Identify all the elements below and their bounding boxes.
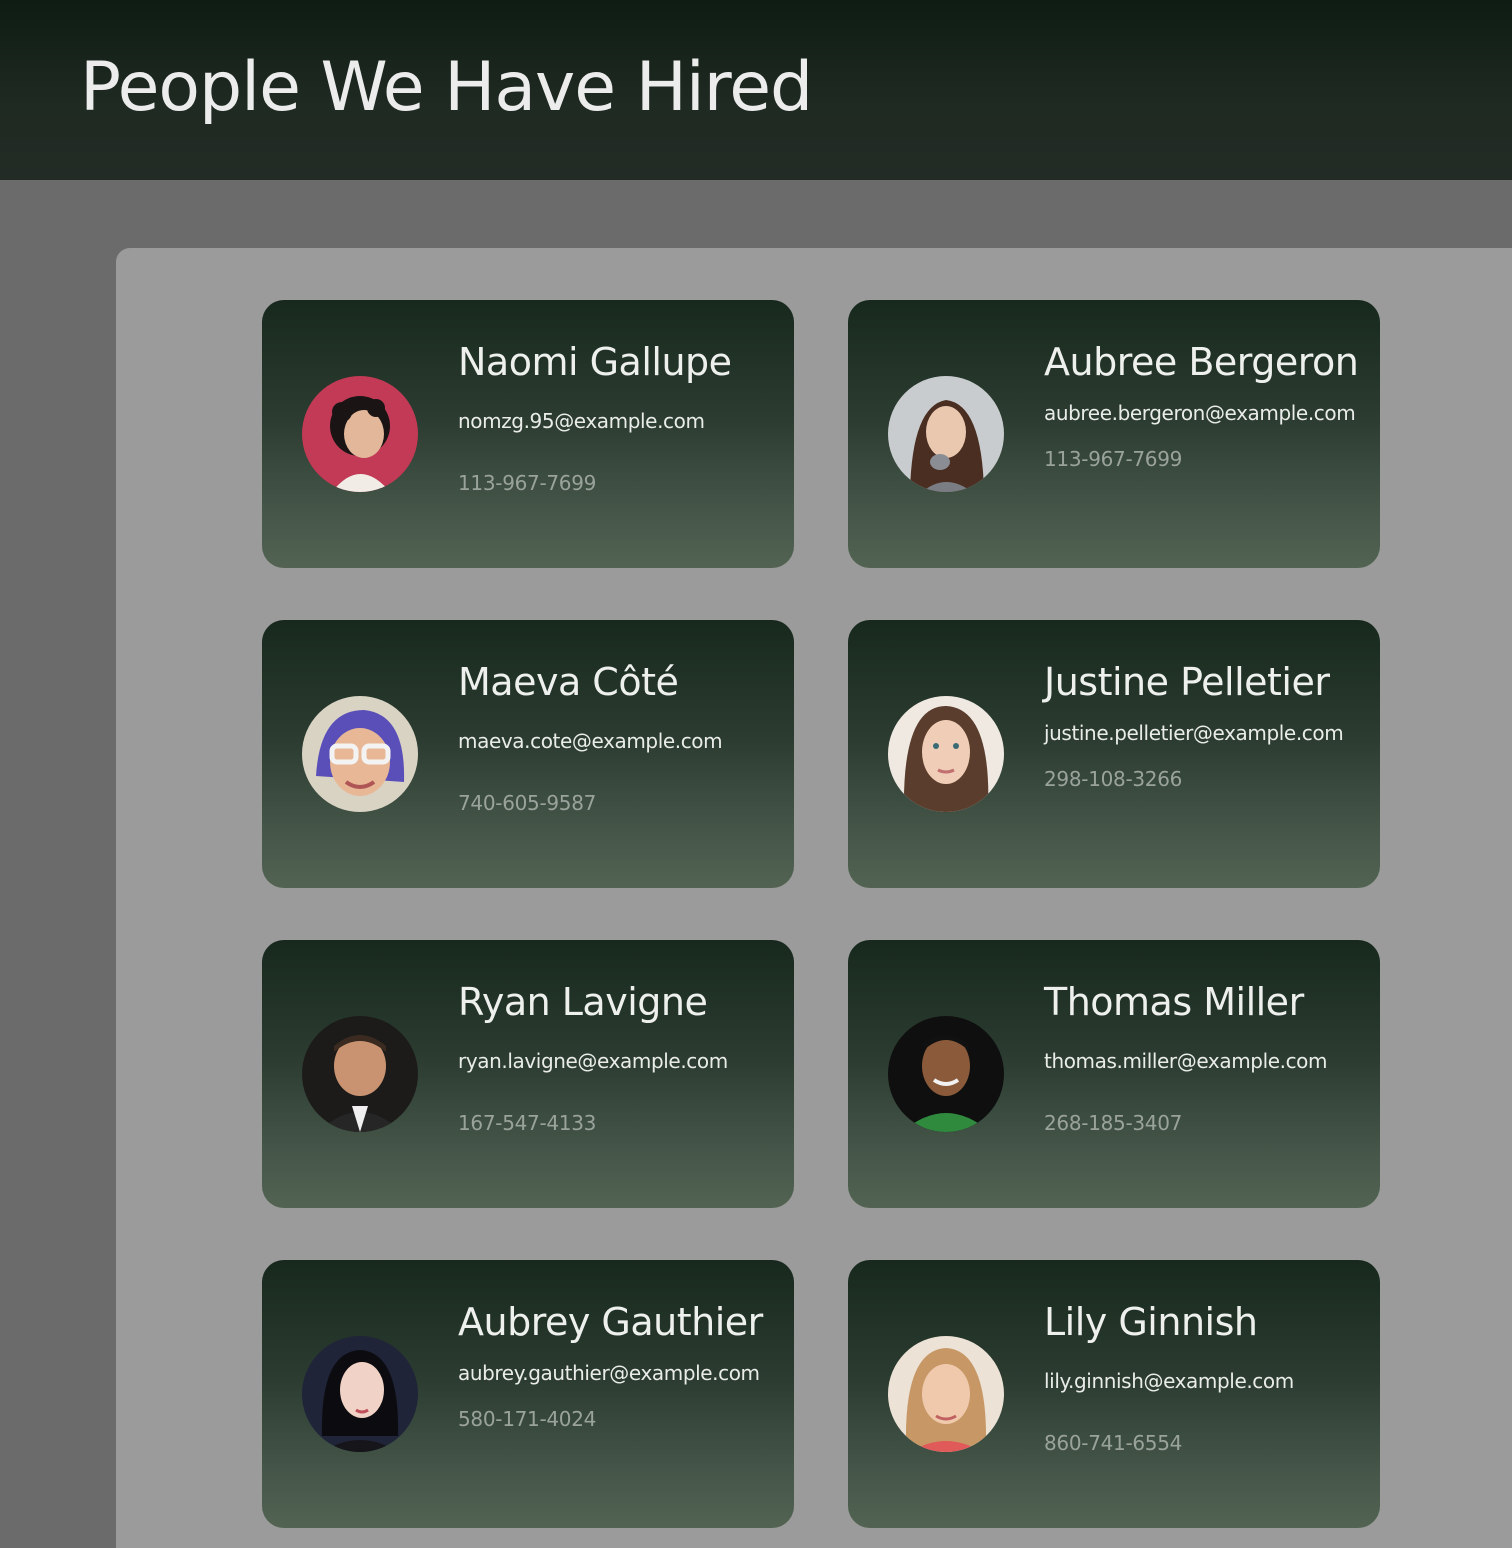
person-phone: 298-108-3266	[1044, 767, 1183, 791]
person-card[interactable]: Aubree Bergeron aubree.bergeron@example.…	[848, 300, 1380, 568]
person-info: Aubree Bergeron aubree.bergeron@example.…	[1044, 338, 1364, 472]
avatar	[302, 696, 418, 812]
person-phone: 860-741-6554	[1044, 1431, 1183, 1455]
person-name: Naomi Gallupe	[458, 340, 732, 384]
person-phone: 167-547-4133	[458, 1111, 597, 1135]
person-phone: 113-967-7699	[1044, 447, 1183, 471]
avatar	[302, 376, 418, 492]
person-name: Thomas Miller	[1044, 980, 1304, 1024]
avatar	[888, 1016, 1004, 1132]
avatar	[302, 1336, 418, 1452]
person-card[interactable]: Maeva Côté maeva.cote@example.com 740-60…	[262, 620, 794, 888]
person-name: Justine Pelletier	[1044, 660, 1330, 704]
person-info: Lily Ginnish lily.ginnish@example.com 86…	[1044, 1298, 1364, 1456]
person-info: Maeva Côté maeva.cote@example.com 740-60…	[458, 658, 778, 816]
person-email[interactable]: justine.pelletier@example.com	[1044, 720, 1364, 746]
person-card[interactable]: Lily Ginnish lily.ginnish@example.com 86…	[848, 1260, 1380, 1528]
person-info: Thomas Miller thomas.miller@example.com …	[1044, 978, 1364, 1136]
person-name: Aubree Bergeron	[1044, 340, 1359, 384]
person-email[interactable]: nomzg.95@example.com	[458, 408, 778, 434]
person-email[interactable]: aubrey.gauthier@example.com	[458, 1360, 778, 1386]
person-email[interactable]: aubree.bergeron@example.com	[1044, 400, 1364, 426]
avatar	[888, 1336, 1004, 1452]
person-info: Justine Pelletier justine.pelletier@exam…	[1044, 658, 1364, 792]
person-phone: 268-185-3407	[1044, 1111, 1183, 1135]
person-card[interactable]: Ryan Lavigne ryan.lavigne@example.com 16…	[262, 940, 794, 1208]
person-card[interactable]: Naomi Gallupe nomzg.95@example.com 113-9…	[262, 300, 794, 568]
person-email[interactable]: thomas.miller@example.com	[1044, 1048, 1364, 1074]
person-name: Aubrey Gauthier	[458, 1300, 763, 1344]
person-info: Aubrey Gauthier aubrey.gauthier@example.…	[458, 1298, 778, 1432]
person-info: Naomi Gallupe nomzg.95@example.com 113-9…	[458, 338, 778, 496]
avatar	[888, 376, 1004, 492]
page-header: People We Have Hired	[0, 0, 1512, 180]
page-title: People We Have Hired	[80, 48, 813, 127]
person-email[interactable]: lily.ginnish@example.com	[1044, 1368, 1364, 1394]
person-email[interactable]: maeva.cote@example.com	[458, 728, 778, 754]
avatar	[302, 1016, 418, 1132]
person-email[interactable]: ryan.lavigne@example.com	[458, 1048, 778, 1074]
person-info: Ryan Lavigne ryan.lavigne@example.com 16…	[458, 978, 778, 1136]
person-card[interactable]: Aubrey Gauthier aubrey.gauthier@example.…	[262, 1260, 794, 1528]
person-phone: 740-605-9587	[458, 791, 597, 815]
person-card[interactable]: Thomas Miller thomas.miller@example.com …	[848, 940, 1380, 1208]
person-phone: 113-967-7699	[458, 471, 597, 495]
person-phone: 580-171-4024	[458, 1407, 597, 1431]
person-card[interactable]: Justine Pelletier justine.pelletier@exam…	[848, 620, 1380, 888]
person-name: Maeva Côté	[458, 660, 679, 704]
person-name: Ryan Lavigne	[458, 980, 708, 1024]
hires-panel: Naomi Gallupe nomzg.95@example.com 113-9…	[116, 248, 1512, 1548]
person-name: Lily Ginnish	[1044, 1300, 1258, 1344]
avatar	[888, 696, 1004, 812]
